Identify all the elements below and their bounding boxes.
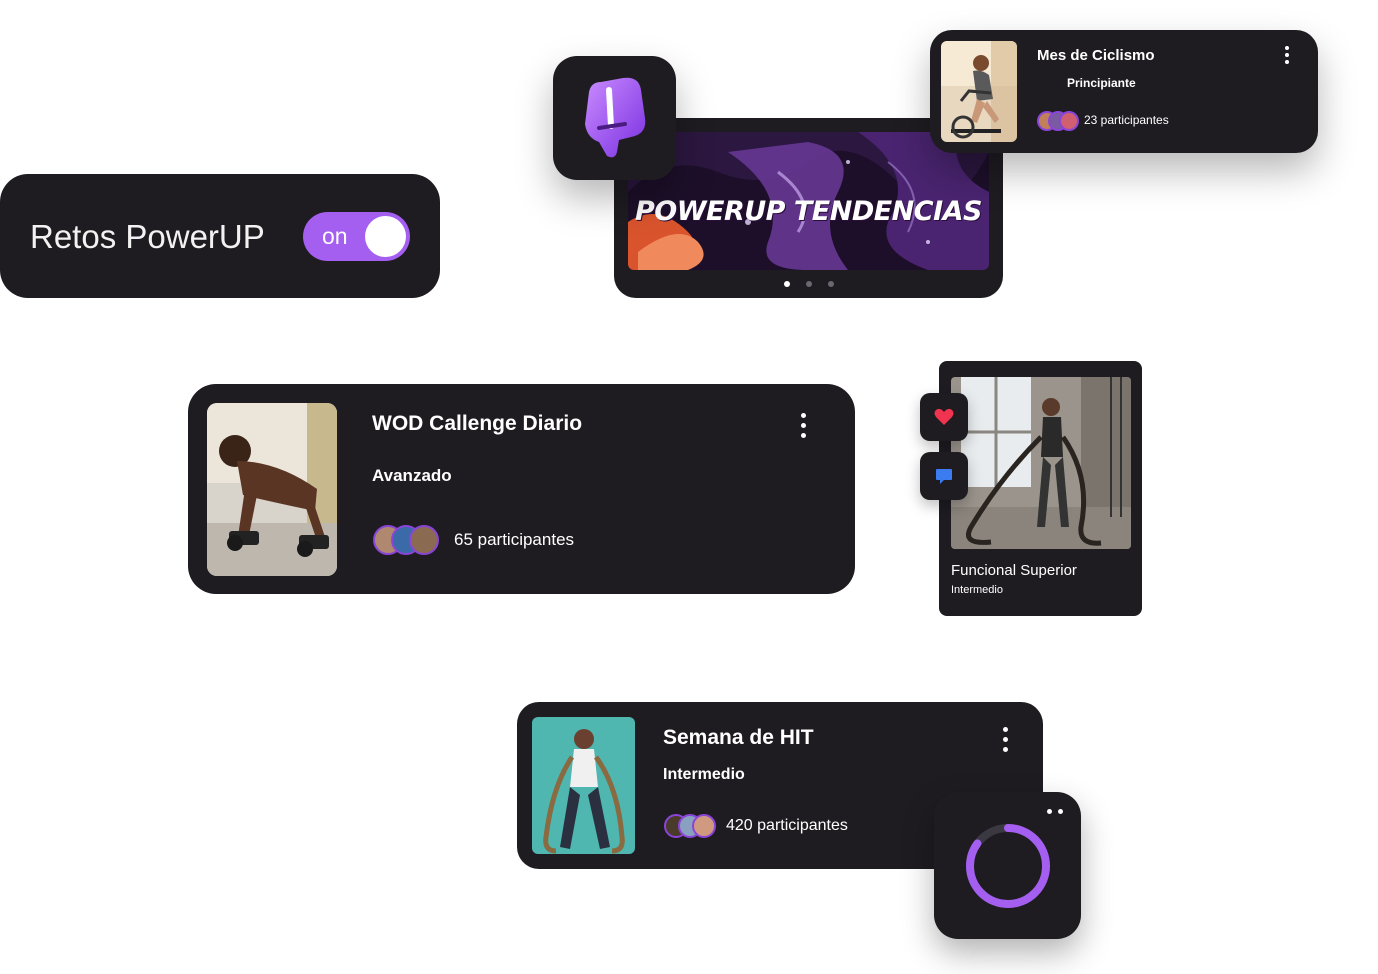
participant-avatars xyxy=(1037,111,1079,131)
challenge-name: Semana de HIT xyxy=(663,726,814,749)
challenge-level: Principiante xyxy=(1067,76,1136,90)
banner-title: POWERUP TENDENCIAS xyxy=(635,196,982,227)
progress-widget[interactable] xyxy=(934,792,1081,939)
challenge-card-cycling[interactable]: Mes de Ciclismo Principiante 23 particip… xyxy=(930,30,1318,153)
challenge-level: Intermedio xyxy=(663,766,745,783)
more-options-icon[interactable] xyxy=(1001,727,1009,752)
carousel-dots[interactable] xyxy=(614,281,1003,287)
like-button[interactable] xyxy=(920,393,968,441)
powerup-app-icon[interactable] xyxy=(553,56,676,180)
participant-count: 23 participantes xyxy=(1084,113,1169,127)
challenge-card-functional[interactable]: Funcional Superior Intermedio xyxy=(939,361,1142,616)
chat-icon xyxy=(936,469,952,484)
participant-avatars xyxy=(372,524,440,561)
heart-icon xyxy=(934,408,954,425)
progress-ring xyxy=(966,824,1050,908)
powerup-logo-icon xyxy=(585,77,646,158)
participant-avatars xyxy=(663,813,717,844)
comment-button[interactable] xyxy=(920,452,968,500)
hit-photo xyxy=(532,717,635,854)
challenge-name: WOD Callenge Diario xyxy=(372,412,583,435)
challenge-level: Avanzado xyxy=(372,466,452,485)
challenge-card-wod[interactable]: WOD Callenge Diario Avanzado 65 particip… xyxy=(188,384,855,594)
challenge-name: Funcional Superior xyxy=(951,562,1077,579)
challenge-name: Mes de Ciclismo xyxy=(1037,47,1155,64)
carousel-dot[interactable] xyxy=(805,281,812,287)
wod-photo xyxy=(207,403,337,576)
more-options-icon[interactable] xyxy=(799,413,807,438)
cycling-photo xyxy=(941,41,1017,142)
participant-count: 420 participantes xyxy=(726,817,848,834)
challenge-level: Intermedio xyxy=(951,584,1003,596)
widget-options-icon[interactable] xyxy=(1047,809,1063,814)
switch-knob xyxy=(365,216,406,257)
powerup-switch[interactable]: on xyxy=(303,212,410,261)
powerup-toggle-card: Retos PowerUP on xyxy=(0,174,440,298)
banner-image: POWERUP TENDENCIAS xyxy=(628,132,989,270)
carousel-dot[interactable] xyxy=(827,281,834,287)
carousel-dot[interactable] xyxy=(783,281,790,287)
functional-photo xyxy=(951,377,1131,549)
toggle-title: Retos PowerUP xyxy=(30,218,265,255)
participant-count: 65 participantes xyxy=(454,530,575,549)
more-options-icon[interactable] xyxy=(1283,46,1291,64)
switch-state-label: on xyxy=(322,223,348,249)
